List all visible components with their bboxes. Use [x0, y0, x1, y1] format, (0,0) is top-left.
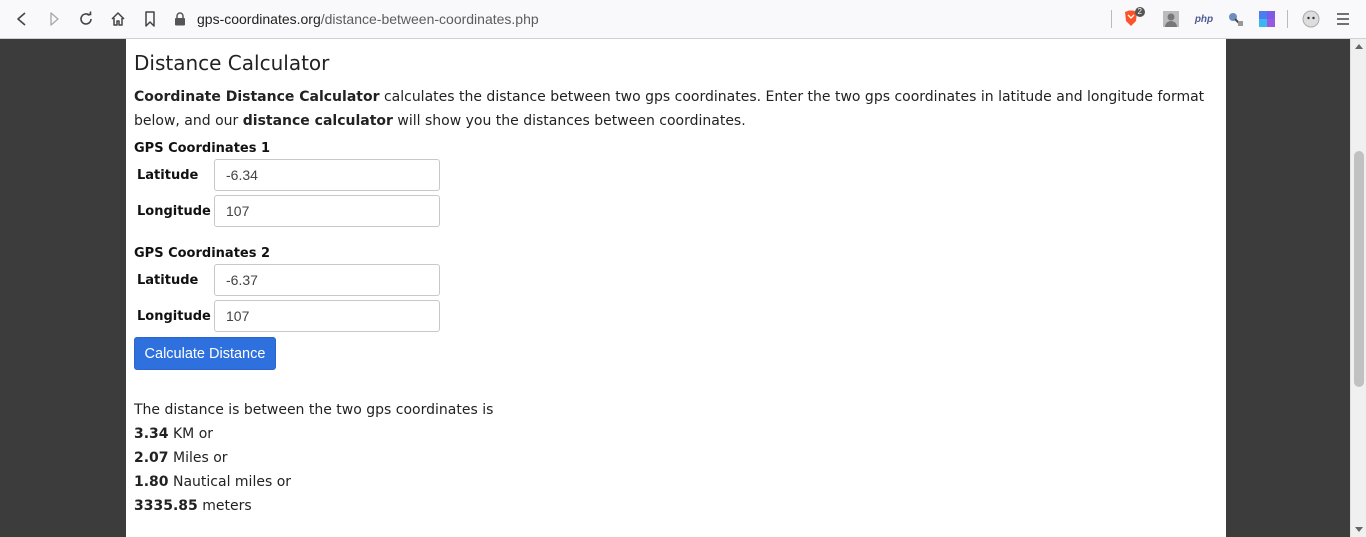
back-icon[interactable]	[11, 8, 33, 30]
intro-bold-2: distance calculator	[242, 113, 393, 129]
coords2-latitude-input[interactable]	[214, 264, 440, 296]
toolbar-separator-2	[1287, 10, 1288, 28]
toolbar-separator	[1111, 10, 1112, 28]
result-miles: 2.07 Miles or	[134, 446, 1218, 470]
coords2-longitude-label: Longitude	[137, 308, 211, 324]
result-nautical-text: Nautical miles or	[168, 474, 292, 490]
coords1-latitude-row: Latitude	[134, 157, 1218, 193]
gps-coordinates-2-title: GPS Coordinates 2	[134, 246, 271, 261]
result-km-text: KM or	[168, 426, 214, 442]
url-host: gps-coordinates.org	[197, 11, 321, 27]
coords1-latitude-input[interactable]	[214, 159, 440, 191]
coords2-latitude-row: Latitude	[134, 262, 1218, 298]
page-viewport: Distance Calculator Coordinate Distance …	[0, 39, 1350, 537]
lock-icon[interactable]	[172, 11, 188, 27]
coords1-longitude-input[interactable]	[214, 195, 440, 227]
url-path: /distance-between-coordinates.php	[320, 11, 539, 27]
result-km-value: 3.34	[134, 426, 169, 442]
profile-extension-icon[interactable]	[1161, 9, 1181, 29]
result-miles-value: 2.07	[134, 450, 169, 466]
coords2-longitude-row: Longitude	[134, 298, 1218, 334]
url-text[interactable]: gps-coordinates.org/distance-between-coo…	[197, 11, 539, 27]
forward-icon[interactable]	[43, 8, 65, 30]
coords2-longitude-input[interactable]	[214, 300, 440, 332]
result-nautical: 1.80 Nautical miles or	[134, 470, 1218, 494]
main-content: Distance Calculator Coordinate Distance …	[126, 39, 1226, 537]
result-miles-text: Miles or	[168, 450, 228, 466]
coords1-longitude-label: Longitude	[137, 203, 211, 219]
page-title: Distance Calculator	[134, 51, 330, 75]
intro-bold-1: Coordinate Distance Calculator	[134, 89, 380, 105]
php-extension-icon[interactable]: php	[1193, 9, 1215, 29]
scroll-up-icon[interactable]	[1351, 39, 1366, 53]
menu-icon[interactable]	[1333, 9, 1353, 29]
account-avatar-icon[interactable]	[1301, 9, 1321, 29]
browser-toolbar: gps-coordinates.org/distance-between-coo…	[0, 0, 1366, 39]
intro-paragraph: Coordinate Distance Calculator calculate…	[134, 85, 1218, 133]
page-scrollbar[interactable]	[1350, 39, 1366, 537]
result-meters-text: meters	[197, 498, 252, 514]
color-extension-icon[interactable]	[1257, 9, 1277, 29]
intro-text-2: will show you the distances between coor…	[392, 113, 746, 129]
result-intro: The distance is between the two gps coor…	[134, 402, 494, 418]
satellite-extension-icon[interactable]	[1225, 9, 1245, 29]
bookmark-icon[interactable]	[139, 8, 161, 30]
scroll-down-icon[interactable]	[1351, 523, 1366, 537]
result-meters: 3335.85 meters	[134, 494, 1218, 518]
result-nautical-value: 1.80	[134, 474, 169, 490]
coords1-latitude-label: Latitude	[137, 167, 199, 183]
brave-badge: 2	[1134, 7, 1145, 17]
gps-coordinates-1-title: GPS Coordinates 1	[134, 141, 271, 156]
reload-icon[interactable]	[75, 8, 97, 30]
result-km: 3.34 KM or	[134, 422, 1218, 446]
coords2-latitude-label: Latitude	[137, 272, 199, 288]
scrollbar-thumb[interactable]	[1354, 151, 1364, 387]
calculate-distance-button[interactable]: Calculate Distance	[134, 337, 276, 370]
coords1-longitude-row: Longitude	[134, 193, 1218, 229]
brave-shields-icon[interactable]: 2	[1121, 7, 1145, 29]
distance-result: The distance is between the two gps coor…	[134, 398, 1218, 518]
home-icon[interactable]	[107, 8, 129, 30]
php-label: php	[1194, 13, 1214, 25]
result-meters-value: 3335.85	[134, 498, 198, 514]
address-bar[interactable]: gps-coordinates.org/distance-between-coo…	[172, 5, 1112, 33]
